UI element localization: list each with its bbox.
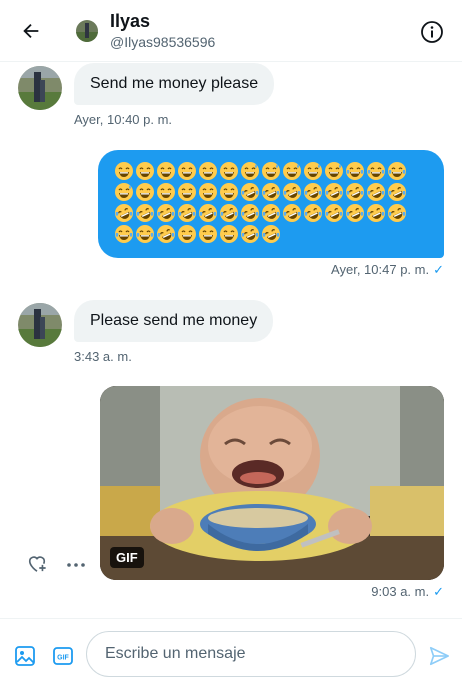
gif-icon[interactable]: GIF — [52, 645, 74, 667]
svg-text:GIF: GIF — [57, 655, 69, 662]
emoji — [240, 203, 260, 223]
emoji — [198, 203, 218, 223]
emoji-row — [114, 181, 428, 202]
message-text: Please send me money — [90, 312, 258, 329]
emoji — [366, 203, 386, 223]
emoji — [387, 161, 407, 181]
emoji — [156, 203, 176, 223]
gif-message[interactable]: GIF — [100, 386, 444, 580]
contact-name[interactable]: Ilyas — [110, 11, 150, 32]
image-icon[interactable] — [14, 645, 36, 667]
emoji — [345, 161, 365, 181]
emoji — [198, 182, 218, 202]
emoji — [135, 203, 155, 223]
emoji — [114, 182, 134, 202]
emoji — [282, 182, 302, 202]
message-text: Send me money please — [90, 75, 259, 92]
emoji — [282, 203, 302, 223]
emoji — [324, 203, 344, 223]
emoji — [240, 224, 260, 244]
emoji — [177, 161, 197, 181]
emoji — [366, 161, 386, 181]
emoji — [387, 203, 407, 223]
emoji-row — [114, 202, 428, 223]
message-bubble-outgoing[interactable] — [98, 150, 444, 258]
read-check-icon: ✓ — [433, 584, 444, 599]
gif-image — [100, 386, 444, 580]
emoji-row — [114, 223, 428, 244]
heart-plus-icon[interactable] — [26, 553, 48, 573]
emoji — [135, 182, 155, 202]
message-timestamp: Ayer, 10:47 p. m. ✓ — [331, 262, 444, 278]
emoji — [261, 182, 281, 202]
emoji — [303, 161, 323, 181]
emoji — [240, 182, 260, 202]
message-bubble-incoming[interactable]: Send me money please — [74, 63, 275, 105]
emoji — [114, 224, 134, 244]
message-composer: GIF — [0, 618, 462, 680]
emoji — [114, 161, 134, 181]
contact-handle: @Ilyas98536596 — [110, 34, 216, 50]
avatar[interactable] — [18, 66, 62, 110]
timestamp-text: Ayer, 10:47 p. m. — [331, 262, 430, 277]
emoji — [177, 224, 197, 244]
emoji — [135, 161, 155, 181]
emoji — [177, 182, 197, 202]
emoji — [219, 224, 239, 244]
emoji — [156, 161, 176, 181]
emoji — [366, 182, 386, 202]
emoji — [240, 161, 260, 181]
emoji — [219, 203, 239, 223]
emoji — [177, 203, 197, 223]
emoji — [261, 161, 281, 181]
send-icon[interactable] — [428, 645, 450, 667]
info-icon[interactable] — [420, 20, 444, 44]
back-arrow-icon[interactable] — [18, 20, 44, 42]
message-timestamp: Ayer, 10:40 p. m. — [74, 112, 173, 127]
emoji — [387, 182, 407, 202]
emoji-row — [114, 160, 428, 181]
emoji — [156, 224, 176, 244]
message-bubble-incoming[interactable]: Please send me money — [74, 300, 274, 342]
emoji — [324, 182, 344, 202]
avatar[interactable] — [18, 303, 62, 347]
emoji-message — [114, 160, 428, 244]
emoji — [114, 203, 134, 223]
emoji — [324, 161, 344, 181]
emoji — [219, 182, 239, 202]
emoji — [282, 161, 302, 181]
emoji — [261, 224, 281, 244]
emoji — [303, 203, 323, 223]
emoji — [135, 224, 155, 244]
emoji — [198, 161, 218, 181]
timestamp-text: 9:03 a. m. — [371, 584, 430, 599]
gif-badge: GIF — [110, 547, 144, 568]
conversation-header: Ilyas @Ilyas98536596 — [0, 0, 462, 62]
message-input[interactable] — [86, 631, 416, 677]
emoji — [219, 161, 239, 181]
emoji — [345, 182, 365, 202]
message-timestamp: 9:03 a. m. ✓ — [371, 584, 444, 600]
emoji — [261, 203, 281, 223]
header-avatar[interactable] — [76, 20, 98, 42]
message-timestamp: 3:43 a. m. — [74, 349, 132, 364]
emoji — [156, 182, 176, 202]
emoji — [198, 224, 218, 244]
read-check-icon: ✓ — [433, 262, 444, 277]
more-horizontal-icon[interactable] — [66, 553, 86, 573]
emoji — [345, 203, 365, 223]
emoji — [303, 182, 323, 202]
